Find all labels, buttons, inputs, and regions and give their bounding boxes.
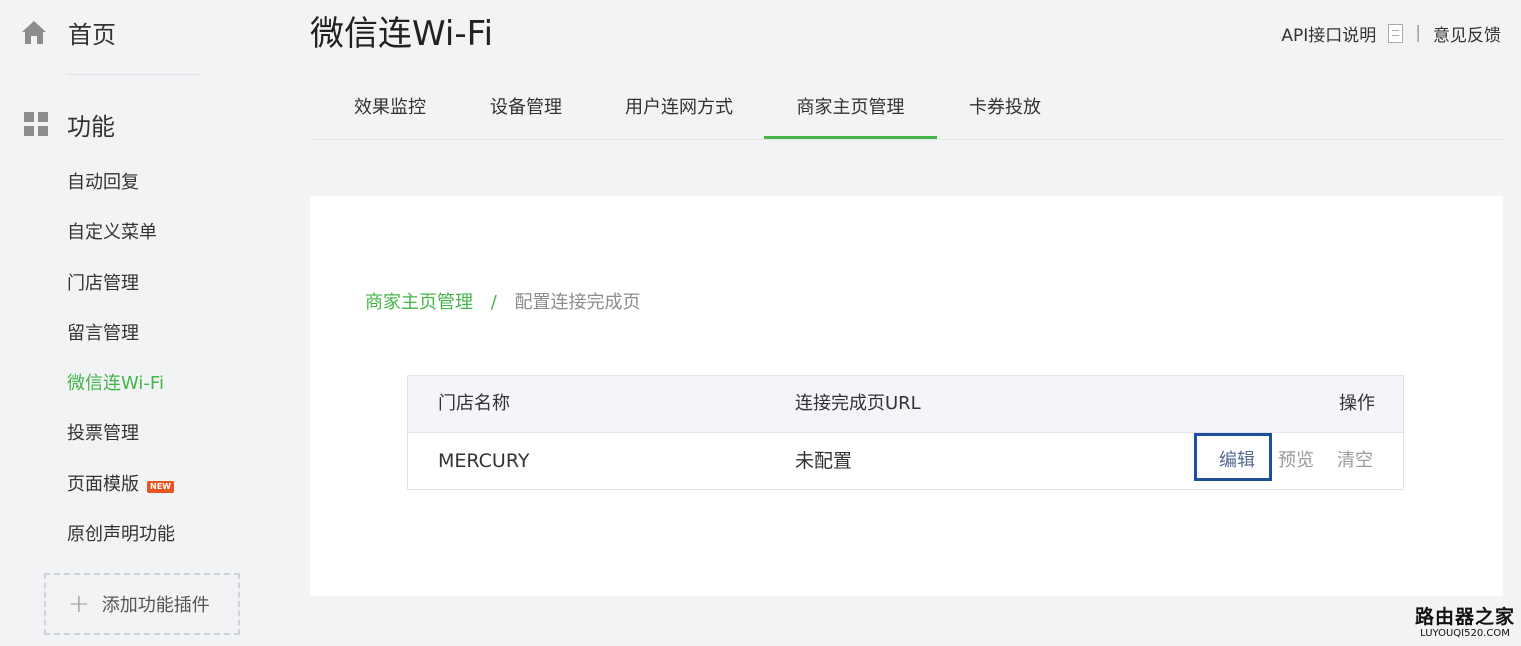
sidebar-item-custom-menu[interactable]: 自定义菜单 (67, 216, 175, 266)
sidebar-item-label: 门店管理 (67, 272, 139, 294)
breadcrumb-separator: / (490, 292, 497, 313)
store-table: 门店名称 连接完成页URL 操作 MERCURY 未配置 编辑 预览 清空 (407, 375, 1404, 490)
cell-url: 未配置 (795, 450, 853, 472)
function-menu: 自动回复 自定义菜单 门店管理 留言管理 微信连Wi-Fi 投票管理 页面模版 N… (67, 166, 175, 568)
tab-merchant-homepage[interactable]: 商家主页管理 (764, 86, 937, 139)
tab-bar: 效果监控 设备管理 用户连网方式 商家主页管理 卡券投放 (310, 86, 1503, 140)
sidebar-item-label: 自定义菜单 (67, 222, 157, 244)
column-header-url: 连接完成页URL (795, 393, 921, 414)
sidebar: 首页 功能 自动回复 自定义菜单 门店管理 留言管理 微信连Wi-Fi 投票管理… (0, 0, 260, 646)
sidebar-item-label: 原创声明功能 (67, 524, 175, 546)
link-separator: | (1415, 23, 1421, 43)
sidebar-item-label: 自动回复 (67, 172, 139, 193)
tab-user-connection[interactable]: 用户连网方式 (619, 86, 739, 139)
sidebar-item-original-declaration[interactable]: 原创声明功能 (67, 518, 175, 568)
document-icon[interactable] (1388, 23, 1404, 43)
tab-effect-monitor[interactable]: 效果监控 (350, 86, 430, 139)
tab-label: 用户连网方式 (625, 97, 733, 118)
breadcrumb-parent-link[interactable]: 商家主页管理 (365, 292, 473, 313)
page-title: 微信连Wi-Fi (310, 14, 494, 54)
edit-button[interactable]: 编辑 (1219, 433, 1255, 489)
watermark-en: LUYOUQI520.COM (1420, 628, 1510, 639)
new-badge: NEW (147, 480, 174, 493)
sidebar-item-vote-management[interactable]: 投票管理 (67, 417, 175, 467)
watermark-cn: 路由器之家 (1414, 606, 1515, 628)
tab-label: 卡券投放 (969, 97, 1041, 118)
grid-icon (24, 112, 48, 136)
breadcrumb-current: 配置连接完成页 (514, 292, 641, 313)
add-plugin-button[interactable]: + 添加功能插件 (44, 573, 240, 635)
sidebar-item-label: 微信连Wi-Fi (67, 373, 164, 395)
home-icon (22, 21, 46, 44)
sidebar-item-page-template[interactable]: 页面模版 NEW (67, 468, 175, 518)
feedback-link[interactable]: 意见反馈 (1433, 21, 1501, 46)
preview-button[interactable]: 预览 (1278, 433, 1314, 489)
tab-coupon-delivery[interactable]: 卡券投放 (965, 86, 1045, 139)
sidebar-item-label: 投票管理 (67, 423, 139, 445)
plus-icon: + (68, 589, 90, 619)
column-header-operations: 操作 (1339, 393, 1375, 414)
sidebar-item-comment-management[interactable]: 留言管理 (67, 317, 175, 367)
watermark: 路由器之家 LUYOUQI520.COM (1415, 606, 1515, 640)
nav-function-label: 功能 (67, 112, 115, 141)
table-header: 门店名称 连接完成页URL 操作 (408, 376, 1403, 433)
nav-function: 功能 (24, 106, 115, 142)
sidebar-item-store-management[interactable]: 门店管理 (67, 267, 175, 317)
tab-label: 设备管理 (490, 97, 562, 118)
tab-label: 效果监控 (354, 97, 426, 118)
content-card: 商家主页管理 / 配置连接完成页 门店名称 连接完成页URL 操作 MERCUR… (310, 196, 1503, 596)
sidebar-item-label: 留言管理 (67, 322, 139, 344)
nav-home[interactable]: 首页 (20, 14, 116, 50)
tab-label: 商家主页管理 (796, 97, 905, 118)
top-links: API接口说明 | 意见反馈 (1281, 20, 1501, 46)
column-header-store-name: 门店名称 (438, 393, 510, 414)
api-doc-link[interactable]: API接口说明 (1281, 21, 1376, 46)
cell-store-name: MERCURY (438, 450, 530, 472)
sidebar-divider (66, 74, 202, 75)
nav-home-label: 首页 (68, 20, 116, 49)
table-row: MERCURY 未配置 编辑 预览 清空 (408, 433, 1403, 489)
sidebar-item-wechat-wifi[interactable]: 微信连Wi-Fi (67, 367, 175, 417)
add-plugin-label: 添加功能插件 (101, 595, 210, 616)
clear-button[interactable]: 清空 (1337, 433, 1373, 489)
tab-device-management[interactable]: 设备管理 (486, 86, 566, 139)
sidebar-item-auto-reply[interactable]: 自动回复 (67, 166, 175, 216)
sidebar-item-label: 页面模版 (67, 473, 139, 495)
breadcrumb: 商家主页管理 / 配置连接完成页 (365, 289, 641, 317)
